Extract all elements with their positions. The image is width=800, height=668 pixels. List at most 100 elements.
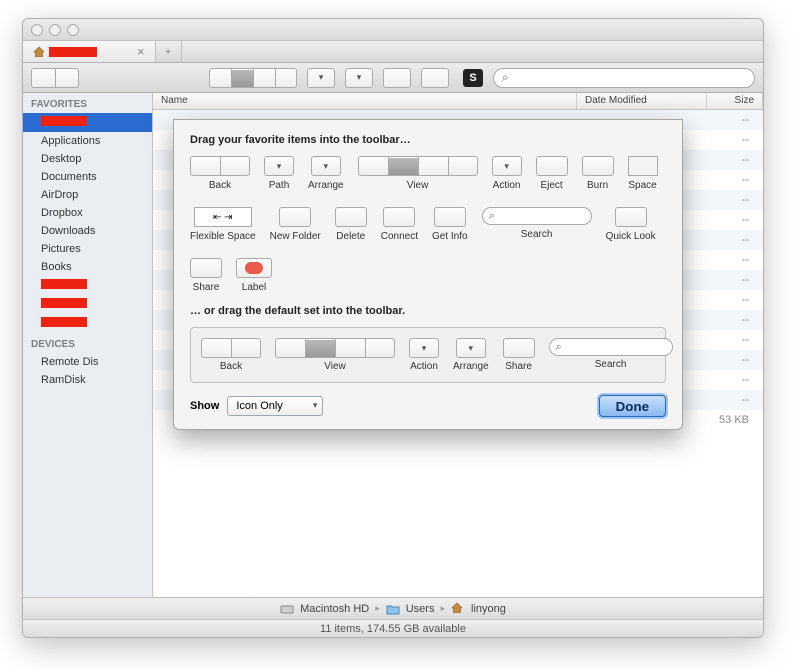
palette-item-search[interactable]: Search xyxy=(482,207,592,242)
default-toolbar-set[interactable]: BackViewActionArrangeShareSearch xyxy=(190,327,666,383)
sidebar-item[interactable]: Documents xyxy=(23,168,152,186)
column-date[interactable]: Date Modified xyxy=(577,93,707,109)
done-button[interactable]: Done xyxy=(599,395,666,417)
sidebar-item[interactable]: Remote Dis xyxy=(23,353,152,371)
sidebar: FAVORITES ApplicationsDesktopDocumentsAi… xyxy=(23,93,153,597)
sidebar-item[interactable]: Downloads xyxy=(23,222,152,240)
column-size[interactable]: Size xyxy=(707,93,763,109)
palette-item-arrange[interactable]: Arrange xyxy=(308,156,344,191)
palette-item-back[interactable]: Back xyxy=(201,338,261,372)
palette-item-arrange[interactable]: Arrange xyxy=(453,338,489,372)
palette-label: Share xyxy=(193,282,220,293)
palette-control-eject[interactable] xyxy=(536,156,568,176)
sidebar-item[interactable]: Pictures xyxy=(23,240,152,258)
palette-control-arrange[interactable] xyxy=(311,156,341,176)
palette-label: Back xyxy=(220,361,242,372)
column-name[interactable]: Name xyxy=(153,93,577,109)
palette-item-delete[interactable]: Delete xyxy=(335,207,367,242)
tab-home[interactable]: × xyxy=(23,41,156,62)
sidebar-item[interactable] xyxy=(23,295,152,314)
palette-control-back[interactable] xyxy=(201,338,261,358)
palette-item-label[interactable]: Label xyxy=(236,258,272,293)
palette-item-back[interactable]: Back xyxy=(190,156,250,191)
sidebar-item[interactable]: Dropbox xyxy=(23,204,152,222)
sidebar-item[interactable] xyxy=(23,113,152,132)
row-size: -- xyxy=(707,314,763,326)
sidebar-item[interactable]: Books xyxy=(23,258,152,276)
palette-control-space[interactable] xyxy=(628,156,658,176)
palette-item-space[interactable]: Space xyxy=(628,156,658,191)
sidebar-item[interactable]: RamDisk xyxy=(23,371,152,389)
palette-label: Connect xyxy=(381,231,418,242)
palette-control-action[interactable] xyxy=(492,156,522,176)
palette-control-label[interactable] xyxy=(236,258,272,278)
palette-item-search[interactable]: Search xyxy=(549,338,673,370)
palette-control-search[interactable] xyxy=(549,338,673,356)
palette-item-path[interactable]: Path xyxy=(264,156,294,191)
sidebar-item[interactable] xyxy=(23,314,152,333)
palette-control-arrange[interactable] xyxy=(456,338,486,358)
show-select[interactable]: Icon Only xyxy=(227,396,323,416)
palette-control-getinfo[interactable] xyxy=(434,207,466,227)
palette-control-connect[interactable] xyxy=(383,207,415,227)
palette-item-burn[interactable]: Burn xyxy=(582,156,614,191)
row-size: -- xyxy=(707,274,763,286)
row-size: -- xyxy=(707,234,763,246)
toolbar-arrange-dropdown[interactable] xyxy=(345,68,373,88)
palette-item-view[interactable]: View xyxy=(358,156,478,191)
customize-toolbar-dialog: Drag your favorite items into the toolba… xyxy=(173,119,683,430)
palette-item-flexspace[interactable]: ⇤ ⇥Flexible Space xyxy=(190,207,256,242)
tab-close-button[interactable]: × xyxy=(137,44,145,59)
palette-control-path[interactable] xyxy=(264,156,294,176)
palette-item-view[interactable]: View xyxy=(275,338,395,372)
minimize-window-button[interactable] xyxy=(49,24,61,36)
palette-control-view[interactable] xyxy=(275,338,395,358)
view-segment[interactable] xyxy=(209,68,297,88)
palette-control-view[interactable] xyxy=(358,156,478,176)
close-window-button[interactable] xyxy=(31,24,43,36)
sidebar-item[interactable]: AirDrop xyxy=(23,186,152,204)
path-bar[interactable]: Macintosh HD ▸ Users ▸ linyong xyxy=(23,597,763,619)
palette-control-flexspace[interactable]: ⇤ ⇥ xyxy=(194,207,252,227)
sidebar-item[interactable]: Desktop xyxy=(23,150,152,168)
palette-control-share[interactable] xyxy=(503,338,535,358)
palette-label: Search xyxy=(521,229,553,240)
palette-item-newfolder[interactable]: New Folder xyxy=(270,207,321,242)
row-size: -- xyxy=(707,214,763,226)
palette-control-action[interactable] xyxy=(409,338,439,358)
palette-item-getinfo[interactable]: Get Info xyxy=(432,207,468,242)
palette-item-quicklook[interactable]: Quick Look xyxy=(606,207,656,242)
palette-control-burn[interactable] xyxy=(582,156,614,176)
path-seg-3[interactable]: linyong xyxy=(471,603,506,615)
palette-control-delete[interactable] xyxy=(335,207,367,227)
palette-control-search[interactable] xyxy=(482,207,592,225)
sidebar-item[interactable]: Applications xyxy=(23,132,152,150)
titlebar xyxy=(23,19,763,41)
toolbar-extra-button[interactable] xyxy=(421,68,449,88)
sidebar-item[interactable] xyxy=(23,276,152,295)
palette-label: Action xyxy=(493,180,521,191)
palette-item-connect[interactable]: Connect xyxy=(381,207,418,242)
row-size: -- xyxy=(707,334,763,346)
palette-control-quicklook[interactable] xyxy=(615,207,647,227)
path-seg-2[interactable]: Users xyxy=(406,603,435,615)
zoom-window-button[interactable] xyxy=(67,24,79,36)
back-forward-segment[interactable] xyxy=(31,68,79,88)
toolbar-action-dropdown[interactable] xyxy=(307,68,335,88)
palette-label: Arrange xyxy=(453,361,489,372)
palette-control-back[interactable] xyxy=(190,156,250,176)
toolbar-share-button[interactable] xyxy=(383,68,411,88)
palette-control-share[interactable] xyxy=(190,258,222,278)
folder-icon xyxy=(386,603,400,615)
hd-icon xyxy=(280,603,294,615)
new-tab-button[interactable]: + xyxy=(156,41,182,62)
palette-item-eject[interactable]: Eject xyxy=(536,156,568,191)
search-field[interactable] xyxy=(493,68,755,88)
palette-control-newfolder[interactable] xyxy=(279,207,311,227)
s-badge[interactable]: S xyxy=(463,69,483,87)
palette-item-share[interactable]: Share xyxy=(190,258,222,293)
palette-item-action[interactable]: Action xyxy=(492,156,522,191)
palette-item-action[interactable]: Action xyxy=(409,338,439,372)
path-seg-1[interactable]: Macintosh HD xyxy=(300,603,369,615)
palette-item-share[interactable]: Share xyxy=(503,338,535,372)
